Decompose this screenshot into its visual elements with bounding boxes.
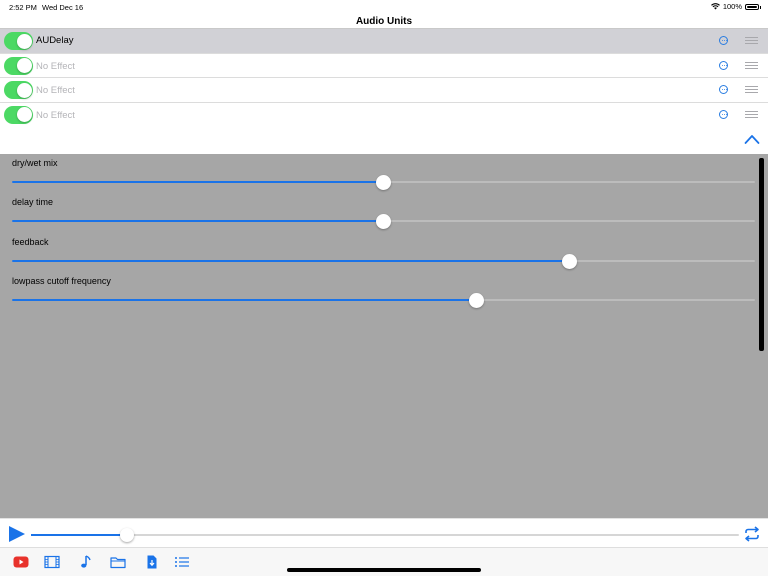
- effect-label: No Effect: [36, 60, 75, 72]
- effect-enable-toggle[interactable]: [4, 81, 33, 99]
- playback-thumb[interactable]: [119, 528, 134, 542]
- battery-icon: [745, 3, 761, 10]
- grip-lines-icon[interactable]: [745, 61, 758, 69]
- playback-slider[interactable]: [31, 528, 739, 542]
- battery-percent: 100%: [722, 2, 742, 11]
- grip-lines-icon[interactable]: [745, 37, 758, 44]
- slider-thumb[interactable]: [376, 213, 391, 229]
- home-indicator: [287, 568, 481, 572]
- effect-row[interactable]: No Effect: [0, 102, 768, 127]
- param-slider[interactable]: [12, 292, 755, 308]
- parameter-panel: dry/wet mix delay time feedback lowpass …: [0, 154, 768, 518]
- youtube-icon[interactable]: [13, 555, 29, 569]
- effects-list: AUDelay No Effect No Effect No Effect: [0, 28, 768, 127]
- effect-row[interactable]: No Effect: [0, 78, 768, 103]
- scrollbar[interactable]: [759, 158, 764, 351]
- film-icon[interactable]: [44, 555, 60, 569]
- chevron-up-icon[interactable]: [744, 133, 760, 145]
- status-right: 100%: [710, 2, 761, 11]
- status-date: Wed Dec 16: [42, 3, 84, 12]
- slider-thumb[interactable]: [376, 174, 391, 190]
- play-icon[interactable]: [9, 526, 25, 542]
- param-label: feedback: [12, 237, 49, 247]
- grip-lines-icon[interactable]: [745, 110, 758, 118]
- param-label: dry/wet mix: [12, 158, 58, 168]
- status-bar: 2:52 PM Wed Dec 16 100%: [0, 0, 768, 14]
- effect-enable-toggle[interactable]: [4, 32, 33, 50]
- list-icon[interactable]: [174, 555, 190, 569]
- ellipsis-circle-icon[interactable]: [719, 85, 728, 94]
- param-slider[interactable]: [12, 213, 755, 229]
- grip-lines-icon[interactable]: [745, 86, 758, 93]
- document-download-icon[interactable]: [144, 555, 160, 569]
- param-slider[interactable]: [12, 253, 755, 269]
- collapse-bar: [0, 127, 768, 154]
- ellipsis-circle-icon[interactable]: [719, 109, 728, 119]
- folder-icon[interactable]: [110, 555, 126, 569]
- param-label: lowpass cutoff frequency: [12, 276, 111, 286]
- effect-enable-toggle[interactable]: [4, 105, 33, 124]
- ellipsis-circle-icon[interactable]: [719, 60, 728, 70]
- slider-thumb[interactable]: [561, 253, 577, 269]
- effect-label: No Effect: [36, 85, 75, 96]
- status-time: 2:52 PM: [9, 3, 37, 12]
- effect-label: AUDelay: [36, 35, 74, 46]
- effect-row[interactable]: No Effect: [0, 53, 768, 78]
- slider-thumb[interactable]: [468, 292, 484, 308]
- effect-enable-toggle[interactable]: [4, 56, 33, 75]
- effect-label: No Effect: [36, 109, 75, 121]
- param-label: delay time: [12, 197, 54, 207]
- music-note-icon[interactable]: [77, 555, 93, 569]
- ellipsis-circle-icon[interactable]: [719, 36, 728, 45]
- transport-bar: [0, 518, 768, 547]
- param-slider[interactable]: [12, 174, 755, 190]
- wifi-icon: [710, 3, 720, 10]
- effect-row[interactable]: AUDelay: [0, 29, 768, 54]
- repeat-icon[interactable]: [743, 525, 761, 543]
- page-title: Audio Units: [355, 16, 413, 27]
